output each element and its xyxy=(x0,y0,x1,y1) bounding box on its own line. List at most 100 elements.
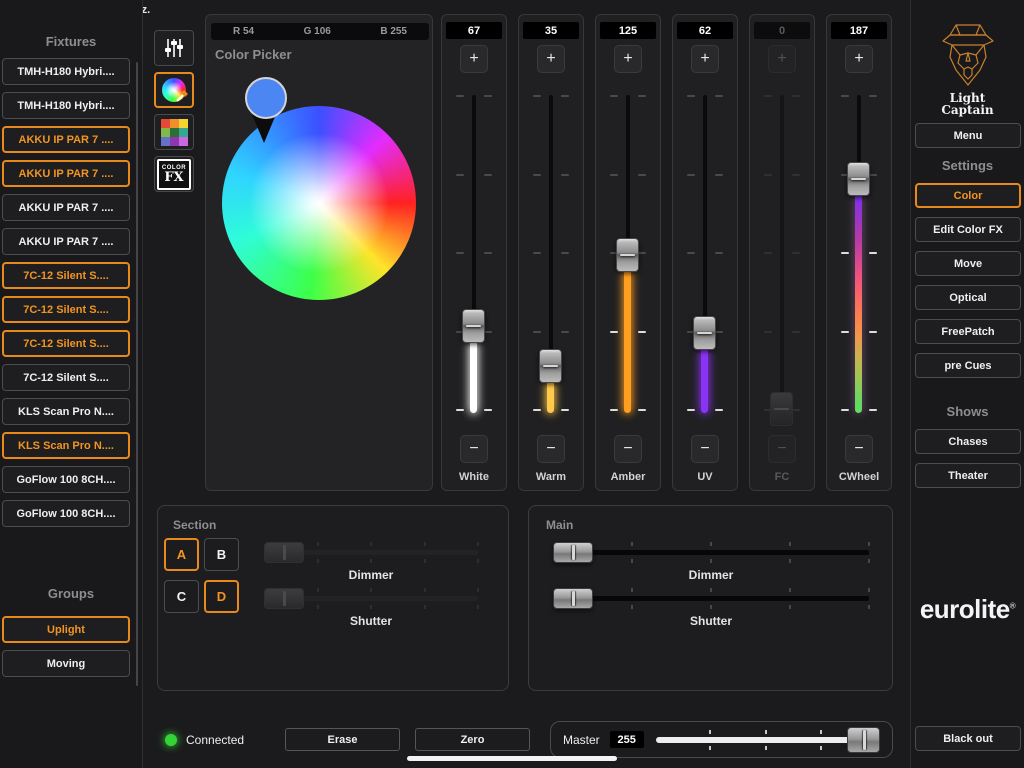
fader-thumb[interactable] xyxy=(462,309,485,344)
fader-thumb-grip xyxy=(697,331,712,334)
fixture-item[interactable]: 7C-12 Silent S.... xyxy=(2,364,130,391)
fader-increment-button[interactable]: + xyxy=(614,45,642,73)
fader-decrement-button[interactable]: − xyxy=(614,435,642,463)
fixture-item[interactable]: TMH-H180 Hybri.... xyxy=(2,58,130,85)
red-value-label: R 54 xyxy=(233,26,255,37)
home-indicator[interactable] xyxy=(407,756,617,761)
color-picker-title: Color Picker xyxy=(215,47,292,62)
fader-tick xyxy=(869,174,877,176)
fader-thumb[interactable] xyxy=(770,392,793,426)
settings-item-pre-cues[interactable]: pre Cues xyxy=(915,353,1021,378)
slider-thumb[interactable] xyxy=(264,542,304,563)
section-button-a[interactable]: A xyxy=(164,538,199,571)
brand-text: eurolite xyxy=(919,594,1010,624)
fader-thumb-grip xyxy=(851,177,866,180)
section-button-d[interactable]: D xyxy=(204,580,239,613)
group-item-moving[interactable]: Moving xyxy=(2,650,130,677)
connection-status-dot xyxy=(165,734,177,746)
fader-label: Amber xyxy=(610,471,646,483)
fader-decrement-button[interactable]: − xyxy=(460,435,488,463)
slider-thumb[interactable] xyxy=(553,588,593,609)
fader-increment-button[interactable]: + xyxy=(537,45,565,73)
fixture-item[interactable]: 7C-12 Silent S.... xyxy=(2,262,130,289)
blackout-button[interactable]: Black out xyxy=(915,726,1021,751)
section-button-c[interactable]: C xyxy=(164,580,199,613)
green-value-label: G 106 xyxy=(303,26,331,37)
fixture-item[interactable]: GoFlow 100 8CH.... xyxy=(2,466,130,493)
tool-color-fx[interactable]: COLOR FX xyxy=(154,156,194,192)
slider-thumb[interactable] xyxy=(553,542,593,563)
fader-value: 187 xyxy=(831,22,887,39)
fader-decrement-button[interactable]: − xyxy=(691,435,719,463)
fixture-item[interactable]: KLS Scan Pro N.... xyxy=(2,398,130,425)
fader-tick xyxy=(533,252,541,254)
zero-button[interactable]: Zero xyxy=(415,728,530,751)
fader-thumb[interactable] xyxy=(847,161,870,196)
shows-list: Chases Theater xyxy=(915,429,1021,497)
color-fx-icon: COLOR FX xyxy=(157,158,191,190)
fixture-item[interactable]: AKKU IP PAR 7 .... xyxy=(2,194,130,221)
slider-tick xyxy=(868,605,870,609)
palette-color-cell xyxy=(160,127,170,137)
right-sidebar: Light Captain Menu Settings Color Edit Co… xyxy=(910,0,1024,768)
fixture-item[interactable]: GoFlow 100 8CH.... xyxy=(2,500,130,527)
slider-track[interactable] xyxy=(555,550,869,555)
tool-color-palette[interactable] xyxy=(154,114,194,150)
tool-fader-view[interactable] xyxy=(154,30,194,66)
master-thumb[interactable] xyxy=(847,726,880,753)
group-item-uplight[interactable]: Uplight xyxy=(2,616,130,643)
slider-tick xyxy=(789,559,791,563)
app-name-line2: Captain xyxy=(941,103,994,117)
fader-increment-button[interactable]: + xyxy=(845,45,873,73)
fader-increment-button[interactable]: + xyxy=(768,45,796,73)
slider-tick xyxy=(631,542,633,546)
fader-decrement-button[interactable]: − xyxy=(845,435,873,463)
section-button-b[interactable]: B xyxy=(204,538,239,571)
fixture-item[interactable]: 7C-12 Silent S.... xyxy=(2,330,130,357)
settings-item-edit-color-fx[interactable]: Edit Color FX xyxy=(915,217,1021,242)
app-name: Light Captain xyxy=(911,92,1024,116)
slider-tick xyxy=(631,559,633,563)
fixture-item[interactable]: AKKU IP PAR 7 .... xyxy=(2,160,130,187)
fader-tick xyxy=(715,409,723,411)
fader-tick xyxy=(764,174,772,176)
slider-thumb-grip xyxy=(571,591,575,606)
fixture-item[interactable]: 7C-12 Silent S.... xyxy=(2,296,130,323)
menu-button[interactable]: Menu xyxy=(915,123,1021,148)
settings-item-move[interactable]: Move xyxy=(915,251,1021,276)
erase-button[interactable]: Erase xyxy=(285,728,400,751)
fader-thumb[interactable] xyxy=(616,238,639,273)
settings-item-optical[interactable]: Optical xyxy=(915,285,1021,310)
fader-track[interactable] xyxy=(780,95,784,409)
fader-tick xyxy=(561,331,569,333)
fader-decrement-button[interactable]: − xyxy=(768,435,796,463)
fixture-item[interactable]: KLS Scan Pro N.... xyxy=(2,432,130,459)
fader-increment-button[interactable]: + xyxy=(460,45,488,73)
slider-thumb[interactable] xyxy=(264,588,304,609)
fader-value: 125 xyxy=(600,22,656,39)
color-fx-text-large: FX xyxy=(164,169,184,185)
shows-item-theater[interactable]: Theater xyxy=(915,463,1021,488)
settings-item-color[interactable]: Color xyxy=(915,183,1021,208)
blue-value-label: B 255 xyxy=(380,26,407,37)
fader-thumb[interactable] xyxy=(693,315,716,350)
fixture-item[interactable]: AKKU IP PAR 7 .... xyxy=(2,228,130,255)
fader-tick xyxy=(484,331,492,333)
tool-color-picker[interactable] xyxy=(154,72,194,108)
fader-increment-button[interactable]: + xyxy=(691,45,719,73)
color-pin[interactable] xyxy=(245,77,287,119)
fader-tick xyxy=(715,252,723,254)
master-label: Master xyxy=(563,732,600,747)
fader-value: 67 xyxy=(446,22,502,39)
slider-track[interactable] xyxy=(555,596,869,601)
fixture-item[interactable]: TMH-H180 Hybri.... xyxy=(2,92,130,119)
fixtures-scrollbar[interactable] xyxy=(136,62,138,686)
fader-decrement-button[interactable]: − xyxy=(537,435,565,463)
shows-item-chases[interactable]: Chases xyxy=(915,429,1021,454)
master-track[interactable] xyxy=(655,736,876,743)
fader-tick xyxy=(687,409,695,411)
slider-label: Dimmer xyxy=(348,568,394,582)
fader-thumb[interactable] xyxy=(539,348,562,383)
settings-item-freepatch[interactable]: FreePatch xyxy=(915,319,1021,344)
fixture-item[interactable]: AKKU IP PAR 7 .... xyxy=(2,126,130,153)
